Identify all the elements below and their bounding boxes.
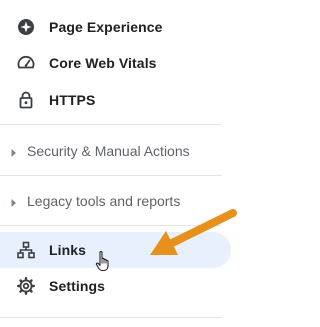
hand-pointer-icon [95, 251, 109, 272]
divider [0, 124, 222, 125]
sidebar-item-https[interactable]: HTTPS [0, 82, 231, 118]
speedometer-icon [16, 53, 36, 73]
annotation-arrow-icon [150, 209, 237, 255]
sidebar-nav: Page Experience Core Web Vitals HTTPS Se… [0, 0, 242, 327]
page-experience-icon [16, 17, 36, 37]
caret-right-icon [10, 145, 18, 157]
sidebar-item-label: Core Web Vitals [49, 55, 157, 71]
lock-icon [16, 90, 36, 110]
sidebar-item-core-web-vitals[interactable]: Core Web Vitals [0, 45, 231, 81]
sidebar-item-label: Page Experience [49, 19, 163, 35]
divider [0, 317, 222, 318]
gear-icon [16, 276, 36, 296]
sidebar-item-label: HTTPS [49, 92, 96, 108]
sidebar-item-settings[interactable]: Settings [0, 268, 231, 304]
sidebar-item-page-experience[interactable]: Page Experience [0, 9, 231, 45]
sidebar-item-label: Links [49, 242, 87, 258]
sidebar-item-label: Settings [49, 278, 106, 294]
caret-right-icon [10, 195, 18, 207]
section-label: Security & Manual Actions [27, 143, 190, 159]
section-security-manual-actions[interactable]: Security & Manual Actions [0, 135, 231, 165]
divider [0, 175, 222, 176]
links-icon [16, 240, 36, 260]
